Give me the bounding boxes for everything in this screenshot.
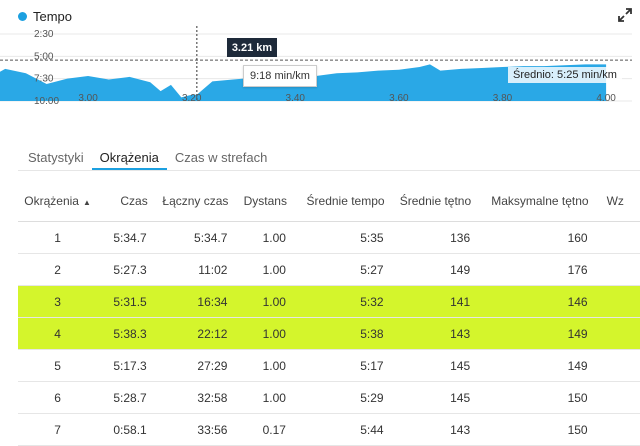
table-row[interactable]: 2 5:27.3 11:02 1.00 5:27 149 176 xyxy=(18,253,640,286)
cell-lap: 1 xyxy=(18,221,98,254)
tab-okrazenia[interactable]: Okrążenia xyxy=(91,146,167,170)
table-row[interactable]: 1 5:34.7 5:34.7 1.00 5:35 136 160 xyxy=(18,221,640,254)
cell-laczny-czas: 22:12 xyxy=(147,317,229,350)
tab-czas-w-strefach[interactable]: Czas w strefach xyxy=(167,146,275,170)
cell-maksymalne-tetno: 149 xyxy=(471,317,589,350)
header-okrazenia[interactable]: Okrążenia ▲ xyxy=(18,180,98,222)
cell-dystans: 1.00 xyxy=(228,221,287,254)
cell-srednie-tempo: 5:35 xyxy=(286,221,385,254)
cell-lap: 5 xyxy=(18,349,98,382)
cell-czas: 5:17.3 xyxy=(97,349,148,382)
laps-table: Okrążenia ▲ Czas Łączny czas Dystans Śred… xyxy=(18,180,640,446)
cell-maksymalne-tetno: 150 xyxy=(471,381,589,414)
y-tick-label: 10:00 xyxy=(34,96,59,107)
cell-srednie-tetno: 145 xyxy=(384,381,472,414)
x-tick-label: 4.00 xyxy=(596,93,616,104)
cell-truncated xyxy=(588,317,640,350)
header-laczny-czas[interactable]: Łączny czas xyxy=(147,180,229,222)
cell-laczny-czas: 11:02 xyxy=(147,253,229,286)
cell-czas: 5:28.7 xyxy=(97,381,148,414)
cell-laczny-czas: 27:29 xyxy=(147,349,229,382)
cell-srednie-tempo: 5:17 xyxy=(286,349,385,382)
x-tick-label: 3.80 xyxy=(493,93,513,104)
chart-title: Tempo xyxy=(33,8,73,24)
cell-lap: 4 xyxy=(18,317,98,350)
cell-maksymalne-tetno: 176 xyxy=(471,253,589,286)
cell-laczny-czas: 33:56 xyxy=(147,413,229,446)
cell-truncated xyxy=(588,349,640,382)
cell-dystans: 1.00 xyxy=(228,381,287,414)
header-maksymalne-tetno[interactable]: Maksymalne tętno xyxy=(471,180,589,222)
header-srednie-tetno[interactable]: Średnie tętno xyxy=(384,180,472,222)
cell-truncated xyxy=(588,413,640,446)
hover-pace-tooltip: 9:18 min/km xyxy=(243,65,317,87)
cell-truncated xyxy=(588,285,640,318)
cell-srednie-tempo: 5:27 xyxy=(286,253,385,286)
table-row[interactable]: 4 5:38.3 22:12 1.00 5:38 143 149 xyxy=(18,317,640,350)
cell-dystans: 0.17 xyxy=(228,413,287,446)
cell-laczny-czas: 16:34 xyxy=(147,285,229,318)
cell-srednie-tempo: 5:44 xyxy=(286,413,385,446)
cell-dystans: 1.00 xyxy=(228,253,287,286)
cell-czas: 5:27.3 xyxy=(97,253,148,286)
cell-truncated xyxy=(588,253,640,286)
y-tick-label: 5:00 xyxy=(34,51,54,62)
header-truncated[interactable]: Wz xyxy=(588,180,640,222)
cell-srednie-tetno: 141 xyxy=(384,285,472,318)
chart-header: Tempo xyxy=(18,6,72,26)
cell-czas: 5:38.3 xyxy=(97,317,148,350)
hover-distance-tooltip: 3.21 km xyxy=(227,38,277,57)
header-dystans[interactable]: Dystans xyxy=(228,180,287,222)
cell-srednie-tetno: 143 xyxy=(384,317,472,350)
cell-maksymalne-tetno: 150 xyxy=(471,413,589,446)
header-label: Okrążenia xyxy=(24,193,79,208)
y-tick-label: 7:30 xyxy=(34,74,54,85)
cell-lap: 7 xyxy=(18,413,98,446)
table-header-row: Okrążenia ▲ Czas Łączny czas Dystans Śred… xyxy=(18,180,640,222)
cell-truncated xyxy=(588,221,640,254)
y-tick-label: 2:30 xyxy=(34,29,54,40)
expand-icon[interactable] xyxy=(618,8,632,22)
tab-bar: Statystyki Okrążenia Czas w strefach xyxy=(18,146,640,171)
cell-dystans: 1.00 xyxy=(228,317,287,350)
cell-laczny-czas: 32:58 xyxy=(147,381,229,414)
cell-srednie-tempo: 5:32 xyxy=(286,285,385,318)
cell-laczny-czas: 5:34.7 xyxy=(147,221,229,254)
cell-dystans: 1.00 xyxy=(228,349,287,382)
cell-czas: 0:58.1 xyxy=(97,413,148,446)
cell-srednie-tetno: 149 xyxy=(384,253,472,286)
cell-lap: 3 xyxy=(18,285,98,318)
cell-maksymalne-tetno: 149 xyxy=(471,349,589,382)
header-srednie-tempo[interactable]: Średnie tempo xyxy=(286,180,385,222)
table-row[interactable]: 3 5:31.5 16:34 1.00 5:32 141 146 xyxy=(18,285,640,318)
cell-truncated xyxy=(588,381,640,414)
cell-srednie-tetno: 145 xyxy=(384,349,472,382)
x-tick-label: 3.60 xyxy=(389,93,409,104)
sort-ascending-icon: ▲ xyxy=(82,197,91,207)
cell-czas: 5:34.7 xyxy=(97,221,148,254)
cell-srednie-tetno: 143 xyxy=(384,413,472,446)
table-row[interactable]: 5 5:17.3 27:29 1.00 5:17 145 149 xyxy=(18,349,640,382)
cell-lap: 2 xyxy=(18,253,98,286)
series-dot-icon xyxy=(18,11,27,21)
cell-srednie-tempo: 5:29 xyxy=(286,381,385,414)
cell-srednie-tetno: 136 xyxy=(384,221,472,254)
cell-czas: 5:31.5 xyxy=(97,285,148,318)
cell-maksymalne-tetno: 160 xyxy=(471,221,589,254)
x-tick-label: 3.40 xyxy=(286,93,306,104)
cell-srednie-tempo: 5:38 xyxy=(286,317,385,350)
average-label: Średnio: 5:25 min/km xyxy=(508,67,622,83)
table-row[interactable]: 6 5:28.7 32:58 1.00 5:29 145 150 xyxy=(18,381,640,414)
x-tick-label: 3.00 xyxy=(78,93,98,104)
cell-dystans: 1.00 xyxy=(228,285,287,318)
table-row[interactable]: 7 0:58.1 33:56 0.17 5:44 143 150 xyxy=(18,413,640,446)
cell-lap: 6 xyxy=(18,381,98,414)
x-tick-label: 3.20 xyxy=(182,93,202,104)
header-czas[interactable]: Czas xyxy=(97,180,148,222)
cell-maksymalne-tetno: 146 xyxy=(471,285,589,318)
tab-statystyki[interactable]: Statystyki xyxy=(18,146,92,170)
